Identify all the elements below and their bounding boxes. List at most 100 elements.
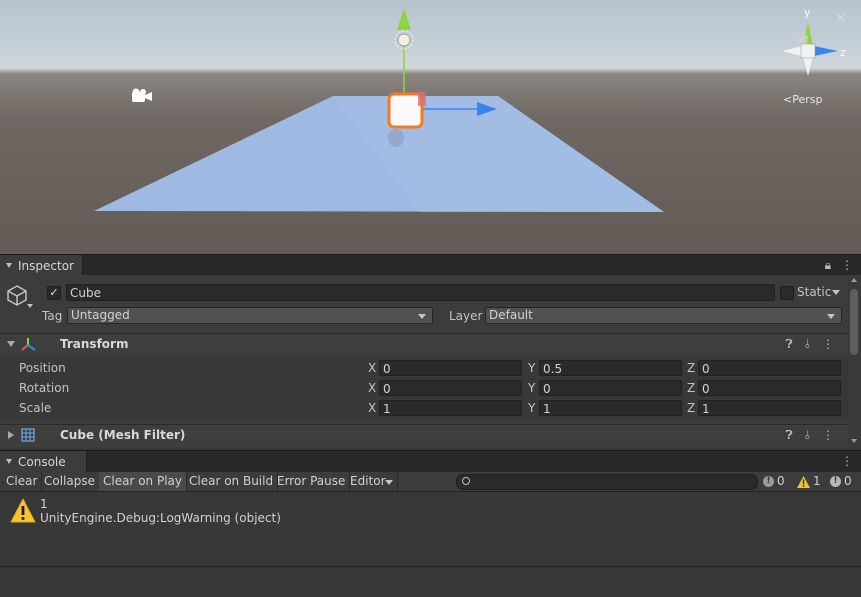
more-menu-icon[interactable]: ⋮: [822, 337, 834, 352]
transform-body: Position X 0 Y 0.5 Z 0 Rotation X 0 Y 0 …: [0, 355, 848, 419]
object-name-field[interactable]: Cube: [66, 284, 775, 301]
cube-shadow: [388, 129, 404, 147]
editor-label: Editor: [350, 474, 386, 488]
console-toolbar: Clear Collapse Clear on Play Clear on Bu…: [0, 472, 861, 492]
scale-y-label[interactable]: Y: [528, 401, 535, 415]
console-tab-icons: ⋮: [841, 454, 853, 468]
position-z-label[interactable]: Z: [687, 361, 695, 375]
help-icon[interactable]: ❓︎: [786, 337, 793, 352]
lock-icon[interactable]: 🔒︎: [825, 258, 831, 273]
warning-small-icon: [797, 475, 810, 488]
orientation-gizmo[interactable]: [782, 13, 845, 76]
scale-z-field[interactable]: 1: [698, 400, 841, 416]
error-count: 0: [844, 474, 852, 488]
tag-dropdown[interactable]: Untagged: [67, 307, 433, 324]
tab-menu-icon[interactable]: [6, 459, 12, 464]
info-count-toggle[interactable]: ! 0: [763, 472, 785, 491]
tag-value: Untagged: [71, 308, 130, 322]
layer-value: Default: [489, 308, 533, 322]
rotation-y-field[interactable]: 0: [539, 380, 682, 396]
inspector-tabstrip: Inspector 🔒︎ ⋮: [0, 254, 861, 276]
clear-on-play-button[interactable]: Clear on Play: [99, 472, 187, 491]
position-x-label[interactable]: X: [368, 361, 376, 375]
tab-menu-icon[interactable]: [6, 263, 12, 268]
warning-icon: [10, 498, 36, 523]
x-handle[interactable]: [418, 92, 426, 106]
position-z-field[interactable]: 0: [698, 360, 841, 376]
rotation-x-label[interactable]: X: [368, 381, 376, 395]
scale-y-field[interactable]: 1: [539, 400, 682, 416]
tab-inspector[interactable]: Inspector: [0, 255, 83, 276]
static-label[interactable]: Static: [797, 285, 831, 299]
info-icon: !: [763, 476, 774, 487]
rotation-x-field[interactable]: 0: [379, 380, 522, 396]
scale-z-label[interactable]: Z: [687, 401, 695, 415]
cube-object-icon: [7, 285, 27, 306]
clear-on-build-button[interactable]: Clear on Build: [185, 472, 279, 491]
mesh-filter-title: Cube (Mesh Filter): [60, 428, 186, 442]
tab-inspector-label: Inspector: [18, 258, 74, 273]
position-label: Position: [19, 361, 66, 375]
console-panel: Clear Collapse Clear on Play Clear on Bu…: [0, 472, 861, 597]
log-entry-row[interactable]: 1 UnityEngine.Debug:LogWarning (object): [0, 493, 861, 533]
more-menu-icon[interactable]: ⋮: [822, 428, 834, 443]
inspector-scrollbar[interactable]: [848, 275, 861, 448]
foldout-open-icon[interactable]: [7, 341, 15, 347]
mesh-filter-icon: [21, 428, 35, 442]
icon-dropdown-icon[interactable]: [27, 304, 33, 308]
error-pause-button[interactable]: Error Pause: [273, 472, 351, 491]
scroll-down-icon[interactable]: [851, 439, 857, 443]
selected-cube[interactable]: [387, 92, 424, 129]
warning-count-toggle[interactable]: 1: [797, 472, 821, 491]
position-y-field[interactable]: 0.5: [539, 360, 682, 376]
chevron-down-icon: [418, 314, 426, 319]
camera-icon[interactable]: [132, 88, 152, 103]
scrollbar-thumb[interactable]: [850, 289, 858, 355]
editor-dropdown[interactable]: Editor: [346, 472, 398, 491]
rotation-z-label[interactable]: Z: [687, 381, 695, 395]
transform-icon: [21, 338, 36, 351]
static-dropdown-icon[interactable]: [832, 290, 840, 295]
warning-count: 1: [813, 474, 821, 488]
static-checkbox[interactable]: [780, 286, 794, 300]
position-x-field[interactable]: 0: [379, 360, 522, 376]
log-stack-line: UnityEngine.Debug:LogWarning (object): [40, 511, 281, 525]
log-message: 1: [40, 497, 48, 511]
gizmo-z-label: z: [840, 46, 846, 59]
scene-view[interactable]: y z <Persp: [0, 0, 861, 254]
rotation-y-label[interactable]: Y: [528, 381, 535, 395]
error-count-toggle[interactable]: ! 0: [830, 472, 852, 491]
console-search-input[interactable]: [456, 474, 758, 490]
tab-console[interactable]: Console: [0, 451, 87, 472]
collapse-button[interactable]: Collapse: [40, 472, 100, 491]
clear-button[interactable]: Clear: [2, 472, 43, 491]
scale-x-field[interactable]: 1: [379, 400, 522, 416]
active-checkbox[interactable]: ✓: [47, 286, 61, 300]
scroll-up-icon[interactable]: [851, 278, 857, 282]
foldout-closed-icon[interactable]: [8, 431, 14, 439]
transform-header[interactable]: Transform ❓︎ ⫰ ⋮: [0, 333, 848, 355]
more-menu-icon[interactable]: ⋮: [841, 258, 853, 273]
scale-x-label[interactable]: X: [368, 401, 376, 415]
console-tabstrip: Console ⋮: [0, 450, 861, 472]
rotation-label: Rotation: [19, 381, 70, 395]
scene-canvas[interactable]: y z: [0, 0, 861, 254]
layer-dropdown[interactable]: Default: [485, 307, 842, 324]
presets-icon[interactable]: ⫰: [805, 337, 810, 352]
chevron-down-icon: [385, 480, 393, 485]
console-details-splitter[interactable]: [0, 566, 861, 567]
mesh-filter-header[interactable]: Cube (Mesh Filter) ❓︎ ⫰ ⋮: [0, 424, 848, 446]
view-mode-label[interactable]: <Persp: [783, 93, 822, 106]
search-icon: [462, 477, 470, 485]
tag-label: Tag: [42, 309, 63, 323]
y-axis-arrow-icon[interactable]: [397, 8, 411, 30]
position-y-label[interactable]: Y: [528, 361, 535, 375]
more-menu-icon[interactable]: ⋮: [841, 454, 853, 468]
rotation-z-field[interactable]: 0: [698, 380, 841, 396]
gizmo-y-label: y: [804, 6, 811, 19]
tab-console-label: Console: [18, 454, 66, 469]
mesh-filter-header-icons: ❓︎ ⫰ ⋮: [786, 428, 834, 443]
layer-label: Layer: [449, 309, 483, 323]
help-icon[interactable]: ❓︎: [786, 428, 793, 443]
presets-icon[interactable]: ⫰: [805, 428, 810, 443]
